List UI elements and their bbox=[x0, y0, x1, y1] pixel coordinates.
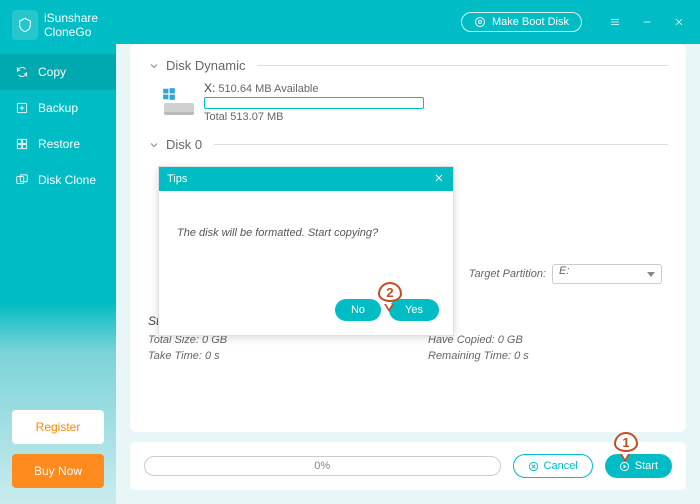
sidebar-item-restore[interactable]: Restore bbox=[0, 126, 116, 162]
target-partition-select[interactable]: E: bbox=[552, 264, 662, 284]
callout-1: 1 bbox=[614, 432, 642, 456]
callout-2: 2 bbox=[378, 282, 406, 306]
disk-drive-icon bbox=[162, 89, 194, 115]
take-time-label: Take Time: bbox=[148, 350, 202, 362]
section-title: Disk Dynamic bbox=[166, 58, 245, 73]
progress-value: 0% bbox=[314, 460, 330, 472]
grid-icon bbox=[14, 136, 30, 152]
section-title: Disk 0 bbox=[166, 137, 202, 152]
refresh-icon bbox=[14, 64, 30, 80]
make-boot-label: Make Boot Disk bbox=[492, 16, 569, 28]
remaining-time-value: 0 s bbox=[514, 350, 529, 362]
section-disk0-header[interactable]: Disk 0 bbox=[148, 137, 668, 152]
minimize-button[interactable] bbox=[632, 10, 662, 34]
disk-dynamic-row: X: 510.64 MB Available Total 513.07 MB bbox=[148, 77, 668, 131]
plus-box-icon bbox=[14, 100, 30, 116]
chevron-down-icon bbox=[148, 139, 160, 151]
callout-2-number: 2 bbox=[386, 285, 393, 300]
sidebar-item-disk-clone[interactable]: Disk Clone bbox=[0, 162, 116, 198]
play-icon bbox=[619, 461, 630, 472]
dialog-close-button[interactable] bbox=[433, 172, 445, 187]
have-copied-value: 0 GB bbox=[498, 334, 523, 346]
cancel-button[interactable]: Cancel bbox=[513, 454, 593, 478]
disk-usage-bar[interactable] bbox=[204, 97, 424, 109]
disc-icon bbox=[474, 16, 486, 28]
menu-button[interactable] bbox=[600, 10, 630, 34]
target-partition-label: Target Partition: bbox=[469, 268, 546, 280]
dialog-title: Tips bbox=[167, 173, 187, 185]
app-name: iSunshare CloneGo bbox=[44, 11, 98, 40]
app-logo: iSunshare CloneGo bbox=[0, 0, 116, 54]
logo-badge-icon bbox=[12, 10, 38, 40]
cancel-label: Cancel bbox=[544, 460, 578, 472]
dialog-footer: No Yes bbox=[159, 291, 453, 335]
dialog-titlebar: Tips bbox=[159, 167, 453, 191]
sidebar-item-label: Restore bbox=[38, 137, 80, 151]
bottom-bar: 0% Cancel Start bbox=[130, 442, 686, 490]
tips-dialog: Tips The disk will be formatted. Start c… bbox=[158, 166, 454, 336]
buy-now-button[interactable]: Buy Now bbox=[12, 454, 104, 488]
sidebar-nav: Copy Backup Restore Disk Clone bbox=[0, 54, 116, 198]
clone-icon bbox=[14, 172, 30, 188]
sidebar: iSunshare CloneGo Copy Backup Restore Di… bbox=[0, 0, 116, 504]
sidebar-item-label: Disk Clone bbox=[38, 173, 96, 187]
callout-1-number: 1 bbox=[622, 435, 629, 450]
app-name-line2: CloneGo bbox=[44, 25, 98, 39]
make-boot-disk-button[interactable]: Make Boot Disk bbox=[461, 12, 582, 32]
chevron-down-icon bbox=[148, 60, 160, 72]
start-button[interactable]: Start bbox=[605, 454, 672, 478]
sidebar-item-label: Backup bbox=[38, 101, 78, 115]
app-window: iSunshare CloneGo Copy Backup Restore Di… bbox=[0, 0, 700, 504]
start-label: Start bbox=[635, 460, 658, 472]
window-controls bbox=[600, 10, 694, 34]
windows-icon bbox=[162, 87, 176, 101]
sidebar-item-backup[interactable]: Backup bbox=[0, 90, 116, 126]
progress-bar: 0% bbox=[144, 456, 501, 476]
drive-letter: X: bbox=[204, 81, 215, 95]
target-partition-value: E: bbox=[559, 265, 569, 277]
cancel-icon bbox=[528, 461, 539, 472]
register-button[interactable]: Register bbox=[12, 410, 104, 444]
app-name-line1: iSunshare bbox=[44, 11, 98, 25]
target-partition-row: Target Partition: E: bbox=[469, 264, 662, 284]
sidebar-item-label: Copy bbox=[38, 65, 66, 79]
close-icon bbox=[433, 172, 445, 184]
close-button[interactable] bbox=[664, 10, 694, 34]
take-time-value: 0 s bbox=[205, 350, 220, 362]
drive-available: 510.64 MB Available bbox=[218, 83, 318, 95]
drive-total: Total 513.07 MB bbox=[204, 111, 424, 123]
remaining-time-label: Remaining Time: bbox=[428, 350, 511, 362]
section-disk-dynamic-header[interactable]: Disk Dynamic bbox=[148, 58, 668, 73]
titlebar: Make Boot Disk bbox=[116, 0, 700, 44]
dialog-message: The disk will be formatted. Start copyin… bbox=[159, 191, 453, 291]
dialog-no-button[interactable]: No bbox=[335, 299, 381, 321]
sidebar-item-copy[interactable]: Copy bbox=[0, 54, 116, 90]
